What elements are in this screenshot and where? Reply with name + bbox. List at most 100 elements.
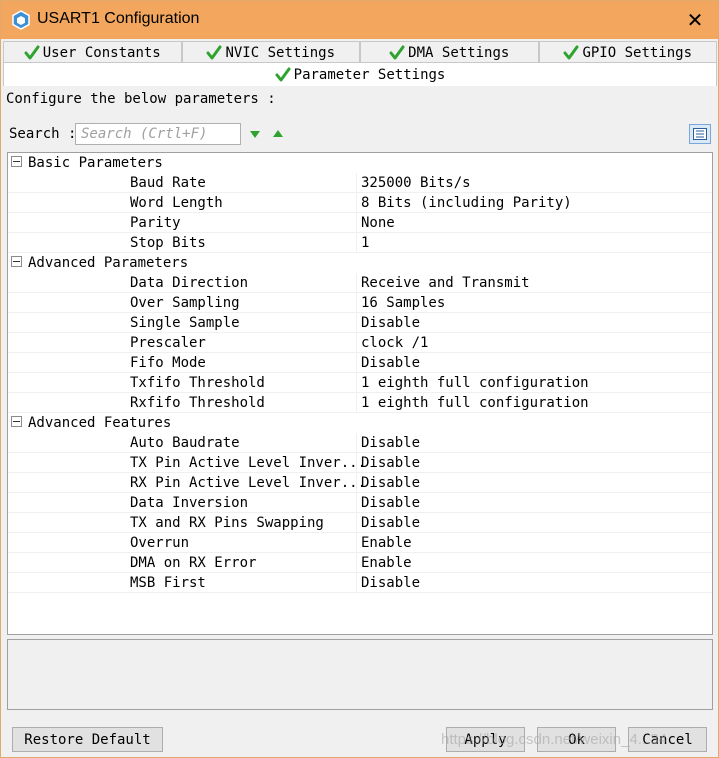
param-value[interactable]: Disable xyxy=(361,513,420,533)
title-bar[interactable]: USART1 Configuration ✕ xyxy=(1,1,718,39)
param-value[interactable]: 16 Samples xyxy=(361,293,445,313)
param-value[interactable]: Receive and Transmit xyxy=(361,273,530,293)
param-row[interactable]: MSB First Disable xyxy=(8,573,712,593)
tab-label: DMA Settings xyxy=(408,44,510,61)
group-advanced-parameters[interactable]: Advanced Parameters xyxy=(8,253,712,273)
param-name: Fifo Mode xyxy=(130,355,206,371)
group-basic-parameters[interactable]: Basic Parameters xyxy=(8,153,712,173)
param-row[interactable]: Txfifo Threshold 1 eighth full configurat… xyxy=(8,373,712,393)
param-name: Data Inversion xyxy=(130,495,249,511)
cancel-button[interactable]: Cancel xyxy=(628,727,707,752)
param-row[interactable]: Rxfifo Threshold 1 eighth full configurat… xyxy=(8,393,712,413)
tab-label: GPIO Settings xyxy=(582,44,693,61)
close-icon: ✕ xyxy=(686,9,704,32)
window-title: USART1 Configuration xyxy=(37,10,200,27)
collapse-icon[interactable] xyxy=(11,256,22,267)
param-name: Parity xyxy=(130,215,181,231)
param-name: Rxfifo Threshold xyxy=(130,395,265,411)
configure-label: Configure the below parameters : xyxy=(6,91,276,107)
param-value[interactable]: 1 eighth full configuration xyxy=(361,373,589,393)
param-name: Single Sample xyxy=(130,315,240,331)
search-input[interactable] xyxy=(75,123,241,145)
param-value[interactable]: 325000 Bits/s xyxy=(361,173,471,193)
param-value[interactable]: Disable xyxy=(361,473,420,493)
parameter-tree: Basic Parameters Baud Rate 325000 Bits/s … xyxy=(7,152,713,635)
param-name: Baud Rate xyxy=(130,175,206,191)
configuration-window: USART1 Configuration ✕ User Constants NV… xyxy=(0,0,719,758)
param-name: Word Length xyxy=(130,195,223,211)
param-name: Overrun xyxy=(130,535,190,551)
param-row[interactable]: Fifo Mode Disable xyxy=(8,353,712,373)
group-label: Advanced Features xyxy=(28,415,172,431)
group-advanced-features[interactable]: Advanced Features xyxy=(8,413,712,433)
param-value[interactable]: Disable xyxy=(361,573,420,593)
param-row[interactable]: Over Sampling 16 Samples xyxy=(8,293,712,313)
param-value[interactable]: Disable xyxy=(361,433,420,453)
param-value[interactable]: Disable xyxy=(361,353,420,373)
parameter-panel: Configure the below parameters : Search … xyxy=(3,86,717,716)
tab-user-constants[interactable]: User Constants xyxy=(3,41,182,63)
param-row[interactable]: Prescaler clock /1 xyxy=(8,333,712,353)
param-name: DMA on RX Error xyxy=(130,555,257,571)
param-row[interactable]: Single Sample Disable xyxy=(8,313,712,333)
tab-strip-top: User Constants NVIC Settings DMA Setting… xyxy=(3,41,717,63)
collapse-icon[interactable] xyxy=(11,416,22,427)
arrow-down-icon[interactable] xyxy=(247,126,263,142)
search-label: Search : xyxy=(9,126,77,142)
close-button[interactable]: ✕ xyxy=(672,1,718,39)
check-icon xyxy=(275,67,291,81)
collapse-icon[interactable] xyxy=(11,156,22,167)
param-name: MSB First xyxy=(130,575,206,591)
param-value[interactable]: Disable xyxy=(361,453,420,473)
param-value[interactable]: Enable xyxy=(361,533,412,553)
check-icon xyxy=(206,45,222,59)
tab-gpio-settings[interactable]: GPIO Settings xyxy=(538,41,717,63)
ok-button[interactable]: Ok xyxy=(537,727,616,752)
check-icon xyxy=(389,45,405,59)
param-value[interactable]: 1 xyxy=(361,233,369,253)
param-value[interactable]: 1 eighth full configuration xyxy=(361,393,589,413)
param-value[interactable]: Disable xyxy=(361,493,420,513)
param-value[interactable]: None xyxy=(361,213,395,233)
param-name: Auto Baudrate xyxy=(130,435,240,451)
tab-nvic-settings[interactable]: NVIC Settings xyxy=(181,41,360,63)
param-row[interactable]: TX and RX Pins Swapping Disable xyxy=(8,513,712,533)
param-value[interactable]: 8 Bits (including Parity) xyxy=(361,193,572,213)
param-row[interactable]: Word Length 8 Bits (including Parity) xyxy=(8,193,712,213)
arrow-up-icon[interactable] xyxy=(270,126,286,142)
tab-parameter-settings[interactable]: Parameter Settings xyxy=(3,62,717,86)
param-row[interactable]: Auto Baudrate Disable xyxy=(8,433,712,453)
tab-label: NVIC Settings xyxy=(225,44,336,61)
stm32cube-app-icon xyxy=(12,10,30,30)
list-view-button[interactable] xyxy=(689,124,711,144)
param-row[interactable]: Baud Rate 325000 Bits/s xyxy=(8,173,712,193)
param-value[interactable]: Disable xyxy=(361,313,420,333)
param-name: Prescaler xyxy=(130,335,206,351)
tab-label: Parameter Settings xyxy=(293,66,446,83)
param-name: Over Sampling xyxy=(130,295,240,311)
param-row[interactable]: Parity None xyxy=(8,213,712,233)
param-row[interactable]: Data Inversion Disable xyxy=(8,493,712,513)
restore-default-button[interactable]: Restore Default xyxy=(12,727,163,752)
tab-dma-settings[interactable]: DMA Settings xyxy=(360,41,539,63)
param-value[interactable]: Enable xyxy=(361,553,412,573)
apply-button[interactable]: Apply xyxy=(446,727,525,752)
check-icon xyxy=(24,45,40,59)
param-name: TX and RX Pins Swapping xyxy=(130,515,324,531)
list-view-icon xyxy=(693,128,707,140)
param-row[interactable]: TX Pin Active Level Inver... Disable xyxy=(8,453,712,473)
group-label: Basic Parameters xyxy=(28,155,163,171)
param-row[interactable]: Overrun Enable xyxy=(8,533,712,553)
param-row[interactable]: RX Pin Active Level Inver... Disable xyxy=(8,473,712,493)
param-row[interactable]: DMA on RX Error Enable xyxy=(8,553,712,573)
param-row[interactable]: Data Direction Receive and Transmit xyxy=(8,273,712,293)
description-box xyxy=(7,639,713,710)
tab-label: User Constants xyxy=(42,44,161,61)
param-value[interactable]: clock /1 xyxy=(361,333,428,353)
param-row[interactable]: Stop Bits 1 xyxy=(8,233,712,253)
check-icon xyxy=(563,45,579,59)
param-name: Stop Bits xyxy=(130,235,206,251)
param-name: Txfifo Threshold xyxy=(130,375,265,391)
param-name: Data Direction xyxy=(130,275,249,291)
group-label: Advanced Parameters xyxy=(28,255,189,271)
